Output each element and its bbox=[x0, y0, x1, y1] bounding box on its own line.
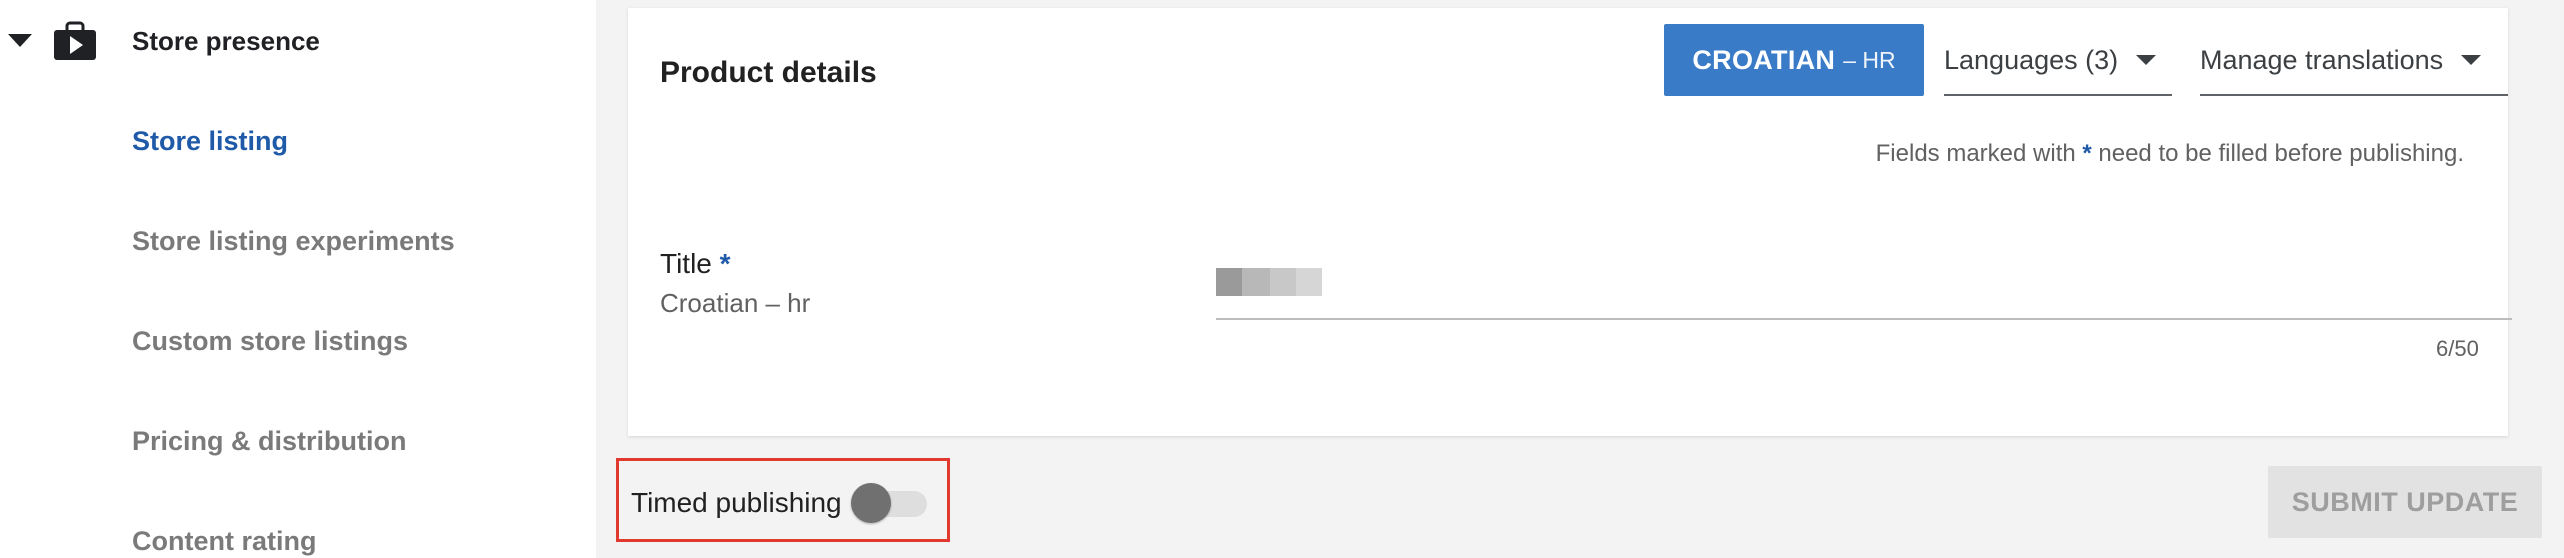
submit-update-button[interactable]: SUBMIT UPDATE bbox=[2268, 466, 2542, 538]
timed-publishing-control: Timed publishing bbox=[616, 458, 950, 542]
title-label-text: Title bbox=[660, 248, 712, 279]
section-store-presence[interactable]: Store presence bbox=[0, 0, 596, 84]
title-char-counter: 6/50 bbox=[2436, 336, 2479, 361]
required-asterisk: * bbox=[2082, 140, 2092, 167]
language-suffix: – HR bbox=[1843, 46, 1896, 73]
dropdown-arrow-icon bbox=[2461, 55, 2482, 65]
timed-publishing-label: Timed publishing bbox=[631, 487, 842, 518]
language-button[interactable]: CROATIAN – HR bbox=[1664, 24, 1924, 96]
manage-translations-dropdown[interactable]: Manage translations bbox=[2200, 26, 2508, 96]
required-asterisk: * bbox=[719, 248, 731, 279]
languages-dropdown[interactable]: Languages (3) bbox=[1944, 26, 2172, 96]
manage-translations-label: Manage translations bbox=[2200, 44, 2444, 75]
sidebar-item-store-listing[interactable]: Store listing bbox=[132, 126, 288, 157]
title-field-label: Title * bbox=[660, 248, 731, 280]
main-content: Product details CROATIAN – HR Languages … bbox=[596, 0, 2564, 558]
sidebar: Store presence Store listing Store listi… bbox=[0, 0, 596, 558]
sidebar-item-content-rating[interactable]: Content rating bbox=[132, 526, 316, 557]
play-store-bag-icon bbox=[54, 21, 96, 60]
required-fields-note: Fields marked with * need to be filled b… bbox=[1824, 140, 2464, 168]
title-input[interactable] bbox=[1216, 256, 2512, 320]
languages-dropdown-label: Languages (3) bbox=[1944, 44, 2119, 75]
sidebar-item-store-listing-experiments[interactable]: Store listing experiments bbox=[132, 226, 455, 257]
redacted-title-value bbox=[1216, 268, 1322, 296]
language-code: CROATIAN bbox=[1692, 44, 1836, 75]
note-before: Fields marked with bbox=[1875, 140, 2076, 167]
dropdown-arrow-icon bbox=[2136, 55, 2157, 65]
product-details-card: Product details CROATIAN – HR Languages … bbox=[628, 8, 2512, 436]
card-title: Product details bbox=[660, 56, 877, 89]
section-title: Store presence bbox=[132, 26, 320, 56]
note-after: need to be filled before publishing. bbox=[2098, 140, 2464, 167]
toggle-knob[interactable] bbox=[851, 483, 891, 523]
caret-down-icon[interactable] bbox=[8, 34, 32, 47]
title-field-language: Croatian – hr bbox=[660, 288, 811, 318]
sidebar-item-custom-store-listings[interactable]: Custom store listings bbox=[132, 326, 408, 357]
sidebar-item-pricing-distribution[interactable]: Pricing & distribution bbox=[132, 426, 407, 457]
